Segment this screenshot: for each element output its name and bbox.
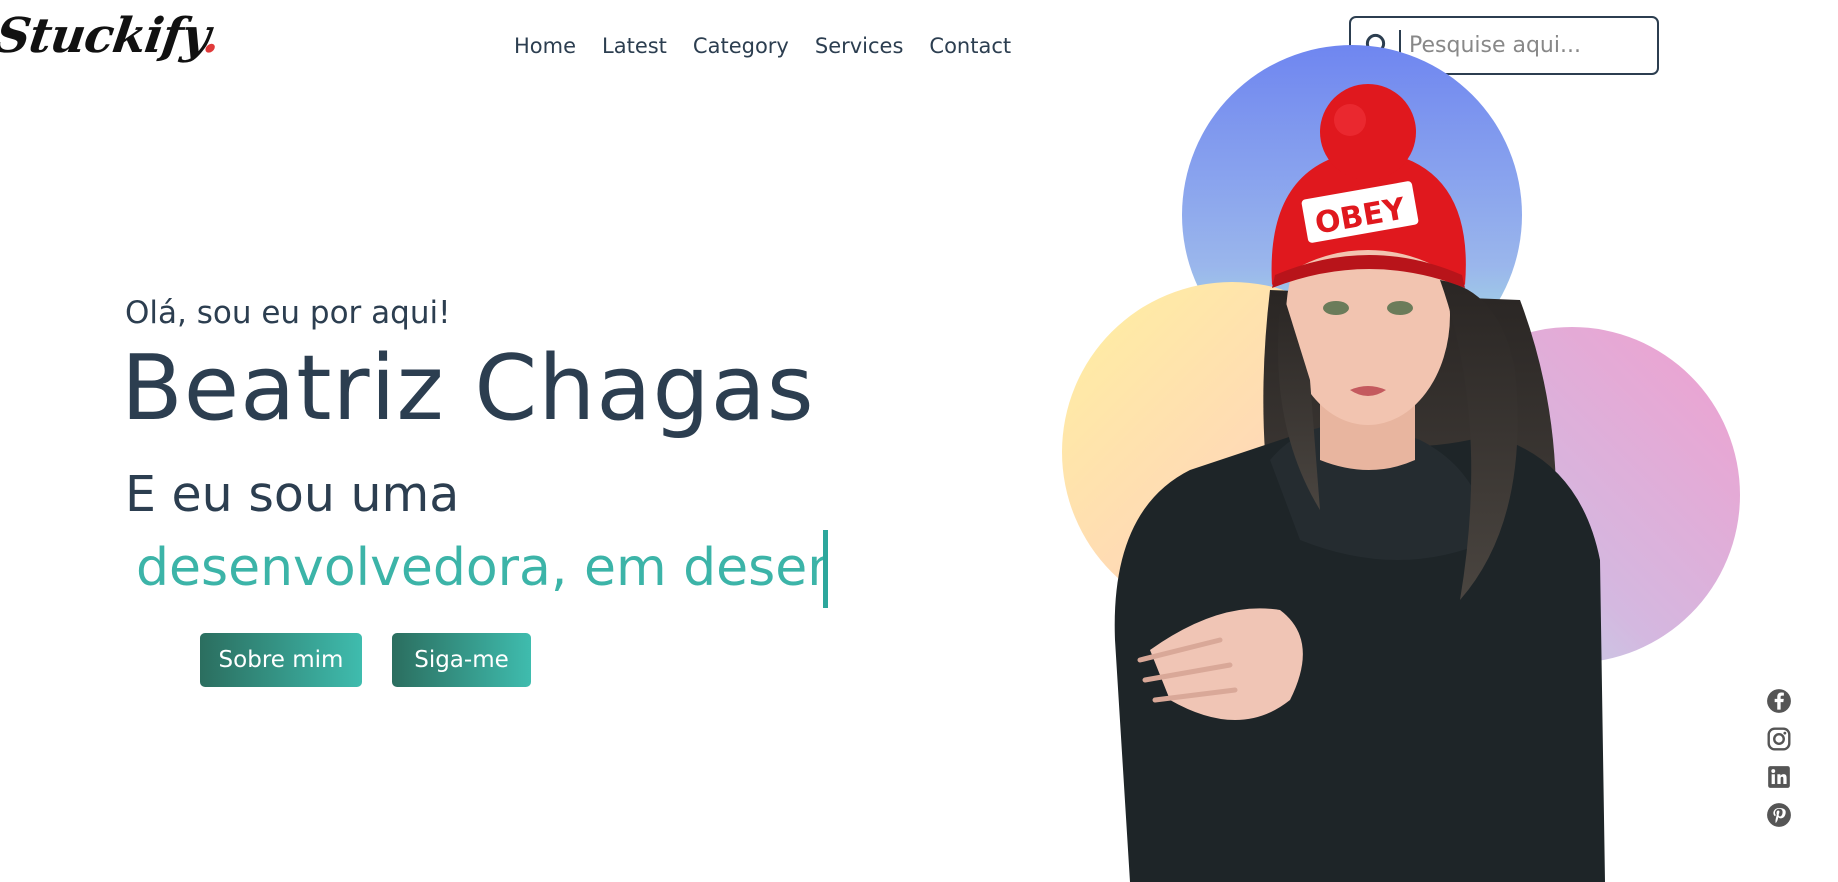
hero-subtitle: E eu sou uma: [125, 466, 460, 523]
nav-services[interactable]: Services: [815, 34, 904, 58]
logo-text: Stuckify: [0, 8, 208, 64]
main-nav: Home Latest Category Services Contact: [514, 34, 1011, 58]
facebook-icon[interactable]: [1766, 688, 1792, 714]
social-links: [1766, 688, 1792, 828]
hero-name: Beatriz Chagas: [121, 336, 815, 441]
pompom: [1320, 84, 1416, 180]
site-logo[interactable]: Stuckify.: [0, 8, 223, 64]
hero-greeting: Olá, sou eu por aqui!: [125, 295, 451, 331]
pinterest-icon[interactable]: [1766, 802, 1792, 828]
nav-home[interactable]: Home: [514, 34, 576, 58]
hero-illustration: OBEY: [1062, 45, 1740, 882]
about-me-button[interactable]: Sobre mim: [200, 633, 362, 687]
nav-category[interactable]: Category: [693, 34, 789, 58]
instagram-icon[interactable]: [1766, 726, 1792, 752]
nav-latest[interactable]: Latest: [602, 34, 667, 58]
follow-me-button[interactable]: Siga-me: [392, 633, 531, 687]
typing-caret: [823, 530, 828, 608]
nav-contact[interactable]: Contact: [929, 34, 1011, 58]
linkedin-icon[interactable]: [1766, 764, 1792, 790]
hero-typing-text: desenvolvedora, em desenv: [136, 538, 826, 598]
